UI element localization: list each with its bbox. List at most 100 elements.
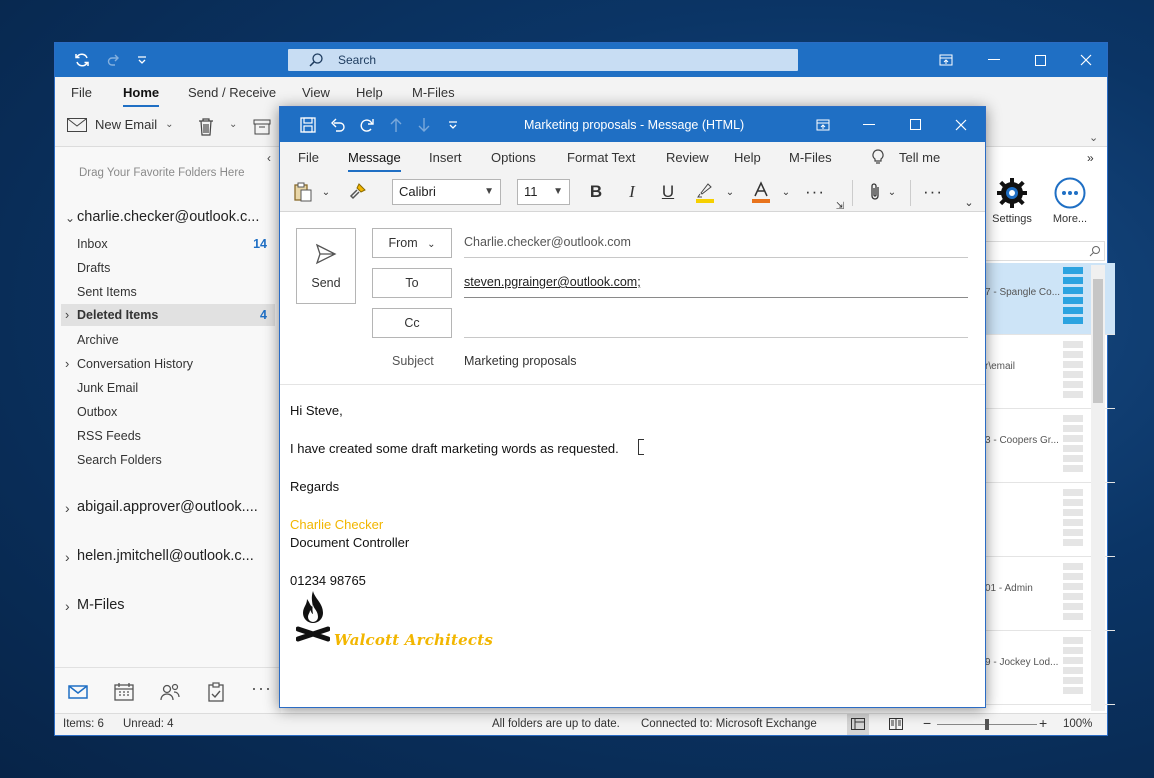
from-field[interactable]: Charlie.checker@outlook.com (464, 228, 968, 258)
account-helen[interactable]: helen.jmitchell@outlook.c... (77, 548, 254, 564)
maximize-button[interactable] (1017, 43, 1063, 77)
send-button[interactable]: Send (296, 228, 356, 304)
font-size-select[interactable]: 11 ▼ (517, 179, 570, 205)
tab-insert[interactable]: Insert (429, 150, 462, 165)
chevron-down-icon[interactable]: ⌄ (65, 211, 75, 225)
delete-dropdown-icon[interactable]: ⌄ (229, 119, 237, 130)
zoom-in-icon[interactable]: + (1039, 715, 1047, 731)
tab-options[interactable]: Options (491, 150, 536, 165)
ribbon-display-options-icon[interactable] (800, 107, 846, 142)
chevron-right-icon[interactable]: › (65, 549, 70, 565)
tab-format-text[interactable]: Format Text (567, 150, 635, 165)
save-icon[interactable] (300, 117, 316, 133)
list-search-field[interactable] (985, 241, 1105, 261)
tab-file[interactable]: File (71, 85, 92, 100)
new-email-button[interactable]: New Email ⌄ (67, 117, 174, 132)
compose-close-button[interactable] (938, 107, 984, 142)
format-painter-icon[interactable] (346, 178, 368, 206)
cc-button[interactable]: Cc (372, 308, 452, 338)
tab-file[interactable]: File (298, 150, 319, 165)
quick-access-dropdown-icon[interactable] (448, 120, 458, 130)
folder-inbox[interactable]: Inbox 14 (77, 237, 275, 251)
folder-outbox[interactable]: Outbox (77, 405, 117, 419)
folder-conversation-history[interactable]: Conversation History (77, 357, 193, 371)
tab-m-files[interactable]: M-Files (412, 85, 455, 100)
paste-dropdown-icon[interactable]: ⌄ (320, 178, 332, 206)
italic-button[interactable]: I (620, 178, 644, 206)
highlight-button[interactable] (692, 178, 718, 206)
up-arrow-icon[interactable] (390, 117, 402, 133)
compose-maximize-button[interactable] (892, 107, 938, 142)
tab-view[interactable]: View (302, 85, 330, 100)
from-button[interactable]: From ⌄ (372, 228, 452, 258)
font-color-dropdown-icon[interactable]: ⌄ (780, 178, 792, 206)
sync-icon[interactable] (73, 51, 91, 69)
folder-sent-items[interactable]: Sent Items (77, 285, 137, 299)
tell-me[interactable]: Tell me (899, 150, 940, 165)
redo-icon[interactable] (359, 117, 375, 133)
folder-search-folders[interactable]: Search Folders (77, 453, 162, 467)
down-arrow-icon[interactable] (418, 117, 430, 133)
tab-review[interactable]: Review (666, 150, 709, 165)
underline-button[interactable]: U (656, 178, 680, 206)
reading-view-icon[interactable] (889, 718, 903, 730)
paste-icon[interactable] (292, 178, 314, 206)
tab-help[interactable]: Help (734, 150, 761, 165)
folder-deleted-items[interactable]: › Deleted Items 4 (61, 304, 275, 326)
account-abigail[interactable]: abigail.approver@outlook.... (77, 499, 258, 515)
to-button[interactable]: To (372, 268, 452, 298)
mail-icon[interactable] (67, 682, 89, 702)
expand-ribbon-icon[interactable]: » (1087, 151, 1094, 165)
tab-send-receive[interactable]: Send / Receive (188, 85, 276, 100)
archive-icon[interactable] (253, 119, 271, 135)
bold-button[interactable]: B (584, 178, 608, 206)
more-formatting-icon[interactable]: ··· (802, 178, 828, 206)
more-modules-icon[interactable]: ··· (251, 678, 272, 699)
lightbulb-icon[interactable] (872, 149, 884, 165)
close-button[interactable] (1063, 43, 1109, 77)
quick-access-dropdown-icon[interactable] (133, 51, 151, 69)
cc-field[interactable] (464, 308, 968, 338)
ribbon-display-options-icon[interactable] (923, 43, 969, 77)
tasks-icon[interactable] (205, 682, 227, 702)
folder-rss-feeds[interactable]: RSS Feeds (77, 429, 141, 443)
folder-junk-email[interactable]: Junk Email (77, 381, 138, 395)
tab-help[interactable]: Help (356, 85, 383, 100)
chevron-right-icon[interactable]: › (65, 500, 70, 516)
zoom-slider-thumb[interactable] (985, 719, 989, 730)
undo-icon[interactable] (330, 117, 346, 133)
account-m-files[interactable]: M-Files (77, 597, 125, 613)
zoom-slider[interactable] (937, 719, 1037, 730)
settings-button[interactable]: Settings (989, 177, 1035, 225)
chevron-right-icon[interactable]: › (65, 598, 70, 614)
calendar-icon[interactable] (113, 682, 135, 702)
chevron-right-icon[interactable]: › (65, 304, 69, 326)
highlight-dropdown-icon[interactable]: ⌄ (724, 178, 736, 206)
collapse-pane-icon[interactable]: ‹ (267, 151, 271, 165)
tab-m-files[interactable]: M-Files (789, 150, 832, 165)
ribbon-collapse-icon[interactable]: ⌄ (1089, 131, 1098, 144)
chevron-right-icon[interactable]: › (65, 356, 69, 371)
folder-archive[interactable]: Archive (77, 333, 119, 347)
subject-field[interactable]: Marketing proposals (464, 354, 577, 368)
scrollbar-thumb[interactable] (1093, 279, 1103, 403)
redo-icon[interactable] (105, 51, 123, 69)
folder-drafts[interactable]: Drafts (77, 261, 110, 275)
tab-home[interactable]: Home (123, 85, 160, 107)
tab-message[interactable]: Message (348, 150, 401, 172)
font-color-button[interactable] (748, 178, 774, 206)
to-field[interactable]: steven.pgrainger@outlook.com; (464, 268, 968, 298)
zoom-out-icon[interactable]: − (923, 715, 931, 731)
minimize-button[interactable] (971, 43, 1017, 77)
normal-view-icon[interactable] (847, 714, 869, 735)
more-commands-icon[interactable]: ··· (920, 178, 946, 206)
account-charlie[interactable]: charlie.checker@outlook.c... (77, 209, 259, 225)
attach-dropdown-icon[interactable]: ⌄ (886, 178, 898, 206)
more-button[interactable]: More... (1047, 177, 1093, 225)
compose-minimize-button[interactable] (846, 107, 892, 142)
message-list-scrollbar[interactable] (1091, 265, 1105, 711)
search-box[interactable]: Search (288, 49, 798, 71)
delete-icon[interactable] (197, 117, 215, 137)
zoom-level[interactable]: 100% (1063, 718, 1092, 730)
people-icon[interactable] (159, 682, 181, 702)
